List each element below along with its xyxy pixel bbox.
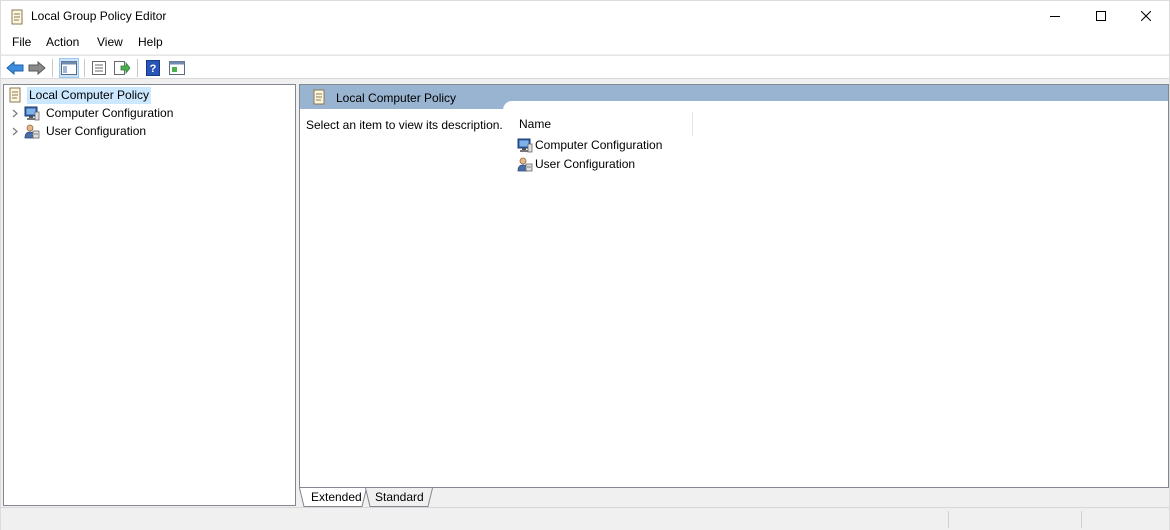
minimize-icon	[1050, 16, 1060, 17]
forward-button[interactable]	[27, 58, 47, 78]
help-button[interactable]: ?	[143, 58, 163, 78]
close-button[interactable]	[1123, 1, 1169, 31]
user-config-icon	[517, 157, 533, 172]
description-text: Select an item to view its description.	[306, 118, 503, 132]
status-separator	[948, 511, 949, 528]
toolbar-separator	[137, 59, 138, 77]
status-bar	[1, 507, 1169, 530]
user-config-icon	[24, 124, 40, 139]
show-hide-tree-icon	[61, 61, 77, 75]
list-item-label: User Configuration	[535, 156, 636, 171]
list-item-computer-configuration[interactable]: Computer Configuration	[517, 136, 662, 154]
details-header: Local Computer Policy	[300, 85, 1168, 110]
chevron-right-icon[interactable]	[9, 125, 21, 137]
details-header-title: Local Computer Policy	[336, 91, 457, 105]
properties-icon	[92, 61, 106, 75]
computer-config-icon	[517, 138, 533, 153]
title-bar: Local Group Policy Editor	[1, 1, 1169, 32]
details-pane: Local Computer Policy Select an item to …	[299, 84, 1169, 488]
back-button[interactable]	[5, 58, 25, 78]
tree-item-user-configuration[interactable]: User Configuration	[9, 122, 148, 140]
console-tree: Local Computer Policy Computer Configura…	[3, 84, 296, 506]
tree-item-computer-configuration[interactable]: Computer Configuration	[9, 104, 175, 122]
help-icon: ?	[146, 60, 160, 76]
svg-text:?: ?	[150, 63, 157, 75]
menu-action[interactable]: Action	[45, 35, 80, 50]
tab-label: Standard	[375, 490, 424, 504]
show-hide-action-pane-icon	[169, 61, 185, 75]
export-list-icon	[114, 61, 130, 75]
list-item-label: Computer Configuration	[535, 137, 663, 152]
tree-item-label: User Configuration	[46, 123, 147, 138]
app-window: Local Group Policy Editor File Action Vi…	[0, 0, 1170, 530]
policy-scroll-icon	[9, 87, 21, 103]
toolbar: ?	[1, 55, 1169, 79]
column-header-name[interactable]: Name	[513, 112, 693, 136]
maximize-button[interactable]	[1078, 1, 1124, 31]
toolbar-separator	[84, 59, 85, 77]
list-item-user-configuration[interactable]: User Configuration	[517, 155, 635, 173]
menu-view[interactable]: View	[96, 35, 124, 50]
policy-scroll-icon	[313, 89, 325, 105]
computer-config-icon	[24, 106, 40, 121]
maximize-icon	[1096, 11, 1106, 21]
view-tabs: Extended Standard	[299, 488, 1169, 507]
properties-button[interactable]	[89, 58, 109, 78]
tab-extended[interactable]: Extended	[299, 488, 367, 507]
tab-label: Extended	[311, 490, 362, 504]
menu-file[interactable]: File	[11, 35, 32, 50]
show-hide-tree-button[interactable]	[59, 58, 79, 78]
menu-help[interactable]: Help	[137, 35, 164, 50]
tree-item-label: Local Computer Policy	[27, 86, 152, 104]
show-hide-action-pane-button[interactable]	[167, 58, 187, 78]
forward-icon	[28, 61, 46, 75]
status-separator	[1081, 511, 1082, 528]
toolbar-separator	[52, 59, 53, 77]
chevron-right-icon[interactable]	[9, 107, 21, 119]
close-icon	[1141, 11, 1151, 21]
tree-item-label: Computer Configuration	[46, 105, 174, 120]
tree-item-local-computer-policy[interactable]: Local Computer Policy	[7, 86, 152, 104]
tab-standard[interactable]: Standard	[365, 488, 433, 507]
minimize-button[interactable]	[1032, 1, 1078, 31]
export-list-button[interactable]	[112, 58, 132, 78]
menu-bar: File Action View Help	[1, 32, 1169, 54]
header-notch	[503, 101, 1168, 110]
column-header-label: Name	[519, 117, 552, 131]
back-icon	[6, 61, 24, 75]
policy-scroll-icon	[11, 9, 23, 25]
window-title: Local Group Policy Editor	[31, 9, 167, 23]
